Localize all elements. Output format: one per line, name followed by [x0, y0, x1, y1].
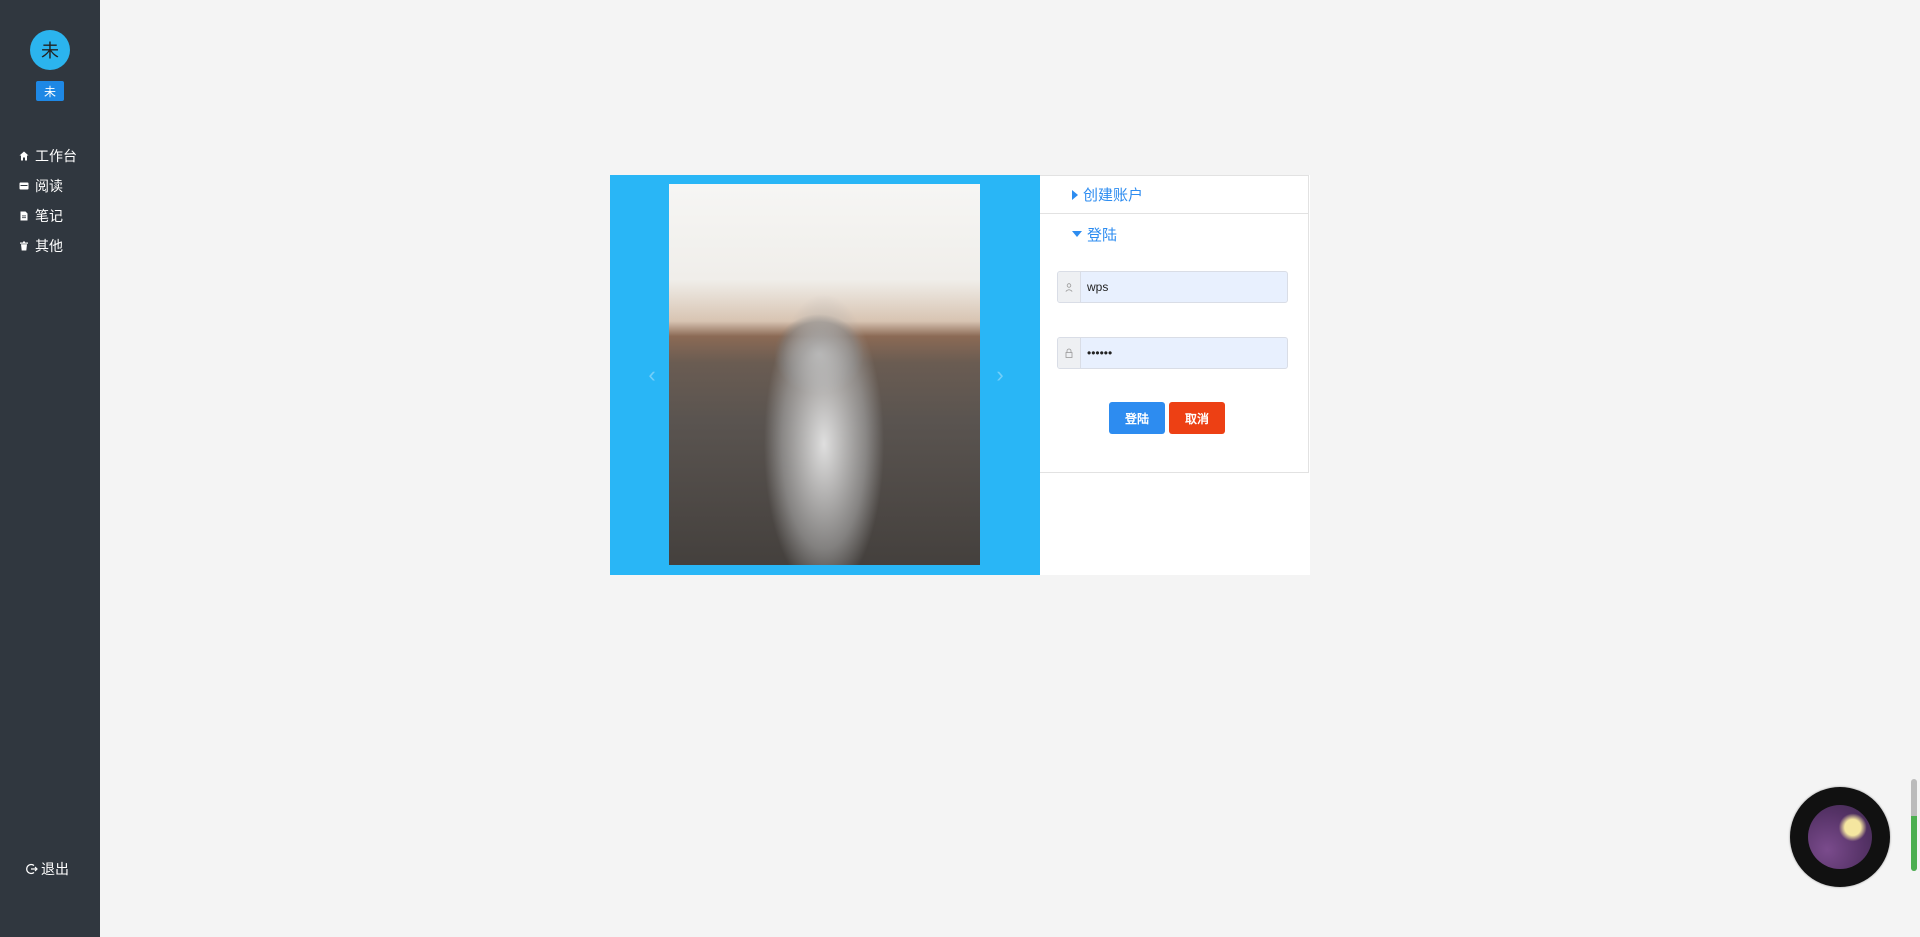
- dog-photo: [669, 184, 980, 565]
- auth-panel: 创建账户 登陆: [1040, 175, 1310, 575]
- book-icon: [19, 181, 29, 191]
- sidebar-item-label: 工作台: [35, 148, 77, 164]
- note-icon: [19, 211, 29, 221]
- user-badge: 未: [36, 81, 64, 101]
- home-icon: [19, 151, 29, 161]
- carousel-next-button[interactable]: ›: [982, 357, 1018, 393]
- password-field: [1057, 337, 1288, 369]
- sidebar-item-workbench[interactable]: 工作台: [0, 141, 100, 171]
- sidebar-nav: 工作台 阅读 笔记 其他: [0, 141, 100, 261]
- accordion-login[interactable]: 登陆: [1040, 215, 1309, 253]
- chevron-right-icon: ›: [996, 362, 1004, 387]
- sidebar-item-label: 笔记: [35, 208, 63, 224]
- sidebar-item-other[interactable]: 其他: [0, 231, 100, 261]
- accordion-create-account[interactable]: 创建账户: [1040, 176, 1309, 214]
- chevron-left-icon: ‹: [648, 362, 656, 387]
- music-player-widget[interactable]: [1790, 787, 1890, 887]
- lock-icon: [1058, 338, 1081, 368]
- login-card: ‹ › 创建账户 登陆: [610, 175, 1310, 575]
- volume-level: [1911, 815, 1917, 871]
- caret-right-icon: [1072, 189, 1078, 200]
- album-art-disc: [1808, 805, 1872, 869]
- logout-label: 退出: [41, 861, 69, 877]
- password-input[interactable]: [1081, 338, 1287, 368]
- username-input[interactable]: [1081, 272, 1287, 302]
- caret-down-icon: [1072, 231, 1082, 237]
- sidebar-item-reading[interactable]: 阅读: [0, 171, 100, 201]
- sidebar-item-label: 阅读: [35, 178, 63, 194]
- accordion-create-account-label: 创建账户: [1083, 187, 1144, 204]
- sidebar: 未 未 工作台 阅读 笔记 其他 退出: [0, 0, 100, 937]
- user-icon: [1058, 272, 1081, 302]
- sidebar-item-notes[interactable]: 笔记: [0, 201, 100, 231]
- accordion-login-label: 登陆: [1087, 226, 1118, 244]
- avatar[interactable]: 未: [30, 30, 70, 70]
- logout-button[interactable]: 退出: [26, 859, 69, 879]
- logout-icon: [26, 863, 38, 875]
- login-submit-button[interactable]: 登陆: [1109, 402, 1165, 434]
- username-field: [1057, 271, 1288, 303]
- carousel-prev-button[interactable]: ‹: [634, 357, 670, 393]
- volume-slider[interactable]: [1911, 779, 1917, 871]
- cancel-button[interactable]: 取消: [1169, 402, 1225, 434]
- sidebar-item-label: 其他: [35, 238, 63, 254]
- image-carousel: ‹ ›: [610, 175, 1040, 575]
- trash-icon: [19, 241, 29, 251]
